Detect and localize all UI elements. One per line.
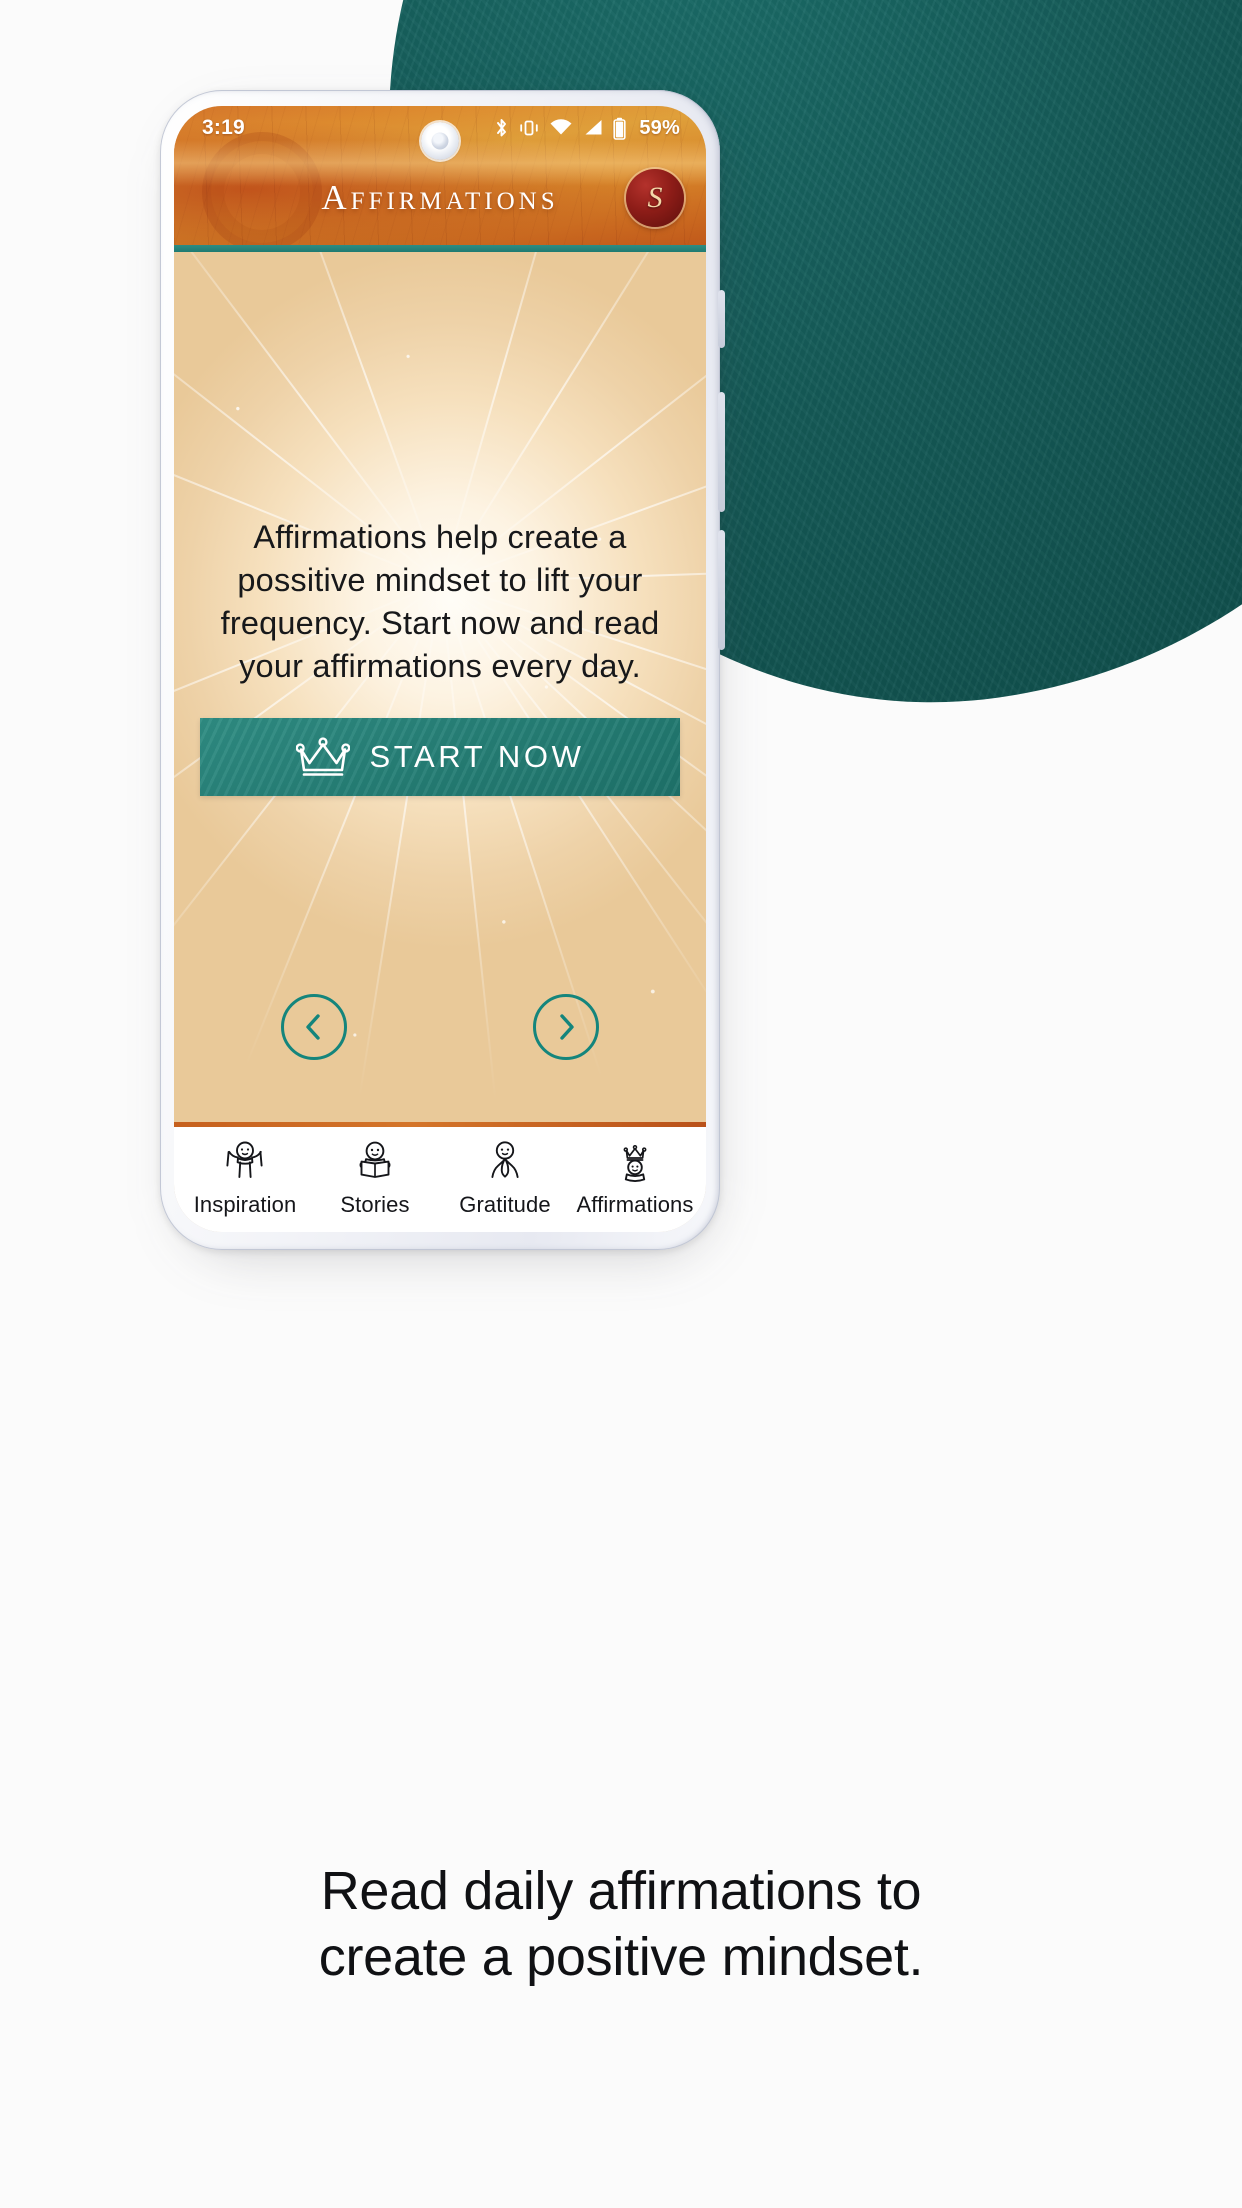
phone-screen: 3:19 59% Affirmations S Affirmations hel… [174,106,706,1232]
app-logo-letter: S [647,180,663,214]
status-bar-clock: 3:19 [202,116,245,139]
person-arms-raised-icon [222,1141,268,1185]
bottom-navigation-bar: Inspiration Stories Gratitude Affirmatio… [174,1127,706,1232]
main-content: Affirmations help create a possitive min… [174,252,706,1122]
next-affirmation-button[interactable] [533,994,599,1060]
nav-item-affirmations[interactable]: Affirmations [570,1141,700,1218]
battery-icon [613,117,626,140]
phone-side-button-volume-up [718,392,725,512]
person-crown-icon [612,1141,658,1185]
phone-side-button-power [718,290,725,348]
phone-mockup: 3:19 59% Affirmations S Affirmations hel… [160,90,725,1256]
nav-item-inspiration[interactable]: Inspiration [180,1141,310,1218]
wifi-icon [549,117,573,139]
promo-caption: Read daily affirmations to create a posi… [0,1858,1242,1990]
cellular-signal-icon [582,117,604,139]
carousel-navigation [174,994,706,1060]
nav-label-stories: Stories [340,1192,410,1217]
nav-item-gratitude[interactable]: Gratitude [440,1141,570,1218]
content-bottom-divider [174,1122,706,1127]
previous-affirmation-button[interactable] [281,994,347,1060]
app-title: Affirmations [321,177,559,217]
start-now-button[interactable]: START NOW [200,718,680,796]
vibrate-icon [518,117,540,139]
nav-label-affirmations: Affirmations [576,1192,694,1217]
phone-side-button-volume-down [718,530,725,650]
person-reading-book-icon [352,1141,398,1185]
person-praying-icon [482,1141,528,1185]
nav-label-gratitude: Gratitude [459,1192,551,1217]
promo-caption-line-2: create a positive mindset. [318,1927,924,1987]
promo-caption-line-1: Read daily affirmations to [320,1861,922,1921]
crown-icon [295,736,350,778]
intro-blurb: Affirmations help create a possitive min… [220,519,660,684]
app-logo-badge[interactable]: S [626,168,684,227]
bluetooth-icon [494,117,509,139]
app-bar: Affirmations S [174,150,706,245]
nav-item-stories[interactable]: Stories [310,1141,440,1218]
chevron-left-icon [300,1012,328,1042]
chevron-right-icon [552,1012,580,1042]
header-band: 3:19 59% Affirmations S [174,106,706,245]
nav-label-inspiration: Inspiration [193,1192,297,1217]
front-camera-punch-hole [421,122,459,160]
phone-body: 3:19 59% Affirmations S Affirmations hel… [160,90,720,1250]
battery-percentage: 59% [639,116,680,139]
status-bar-icons: 59% [494,117,680,140]
header-teal-divider [174,245,706,252]
start-now-label: START NOW [369,739,585,774]
